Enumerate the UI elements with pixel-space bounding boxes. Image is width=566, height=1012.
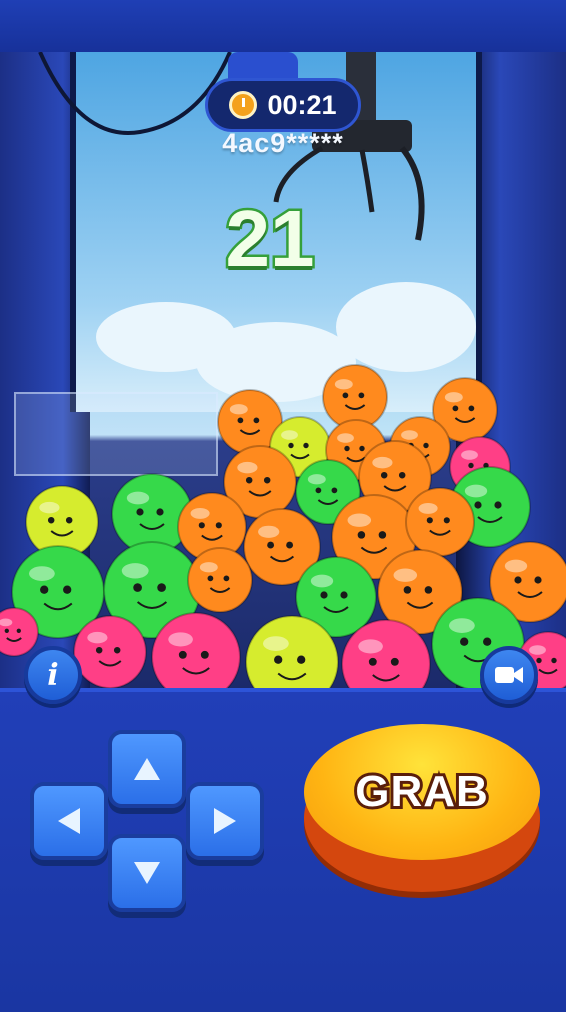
info-button[interactable]: i [24,646,82,704]
camera-switch-button[interactable] [480,646,538,704]
grab-button[interactable]: GRAB [304,724,540,860]
tries-counter: 21 [223,192,317,286]
info-icon: i [47,657,59,693]
video-camera-icon [495,667,523,683]
prize-ball [151,612,241,690]
arrow-up-icon [134,758,160,780]
prize-ball [405,487,475,557]
dpad-down-button[interactable] [108,834,186,912]
top-bezel [0,0,566,52]
timer-value: 00:21 [267,89,337,120]
prize-ball [0,607,39,657]
arrow-down-icon [134,862,160,884]
dpad-up-button[interactable] [108,730,186,808]
prize-ball [73,615,147,689]
arrow-left-icon [58,808,80,834]
arrow-right-icon [214,808,236,834]
countdown-timer: 00:21 [205,78,361,132]
stopwatch-icon [229,91,258,119]
prize-ball [187,547,253,613]
dpad-left-button[interactable] [30,782,108,860]
player-id-label: 4ac9***** [222,128,344,158]
dpad-right-button[interactable] [186,782,264,860]
grab-label: GRAB [352,764,491,819]
